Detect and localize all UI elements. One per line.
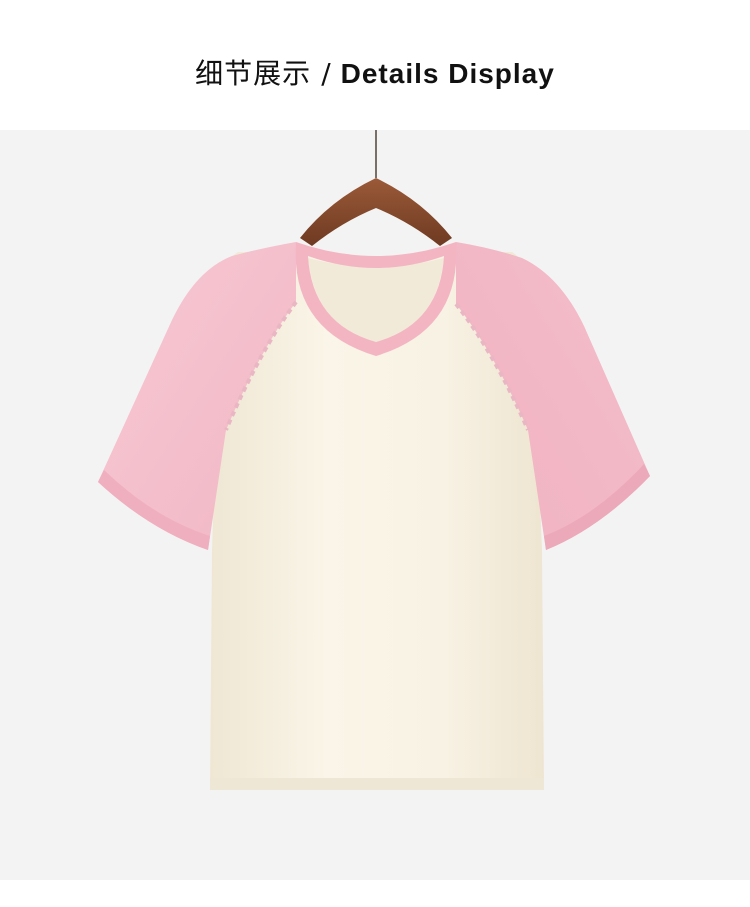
title-separator: /	[321, 57, 331, 90]
shirt-hem	[210, 778, 544, 790]
tshirt-illustration	[98, 130, 650, 790]
title-english: Details Display	[340, 58, 555, 89]
wooden-hanger	[300, 178, 452, 246]
page-footer	[0, 880, 750, 907]
title-chinese: 细节展示	[195, 57, 312, 90]
section-title: 细节展示 / Details Display	[0, 52, 750, 96]
page-header: 细节展示 / Details Display	[0, 0, 750, 130]
product-photo	[0, 130, 750, 880]
